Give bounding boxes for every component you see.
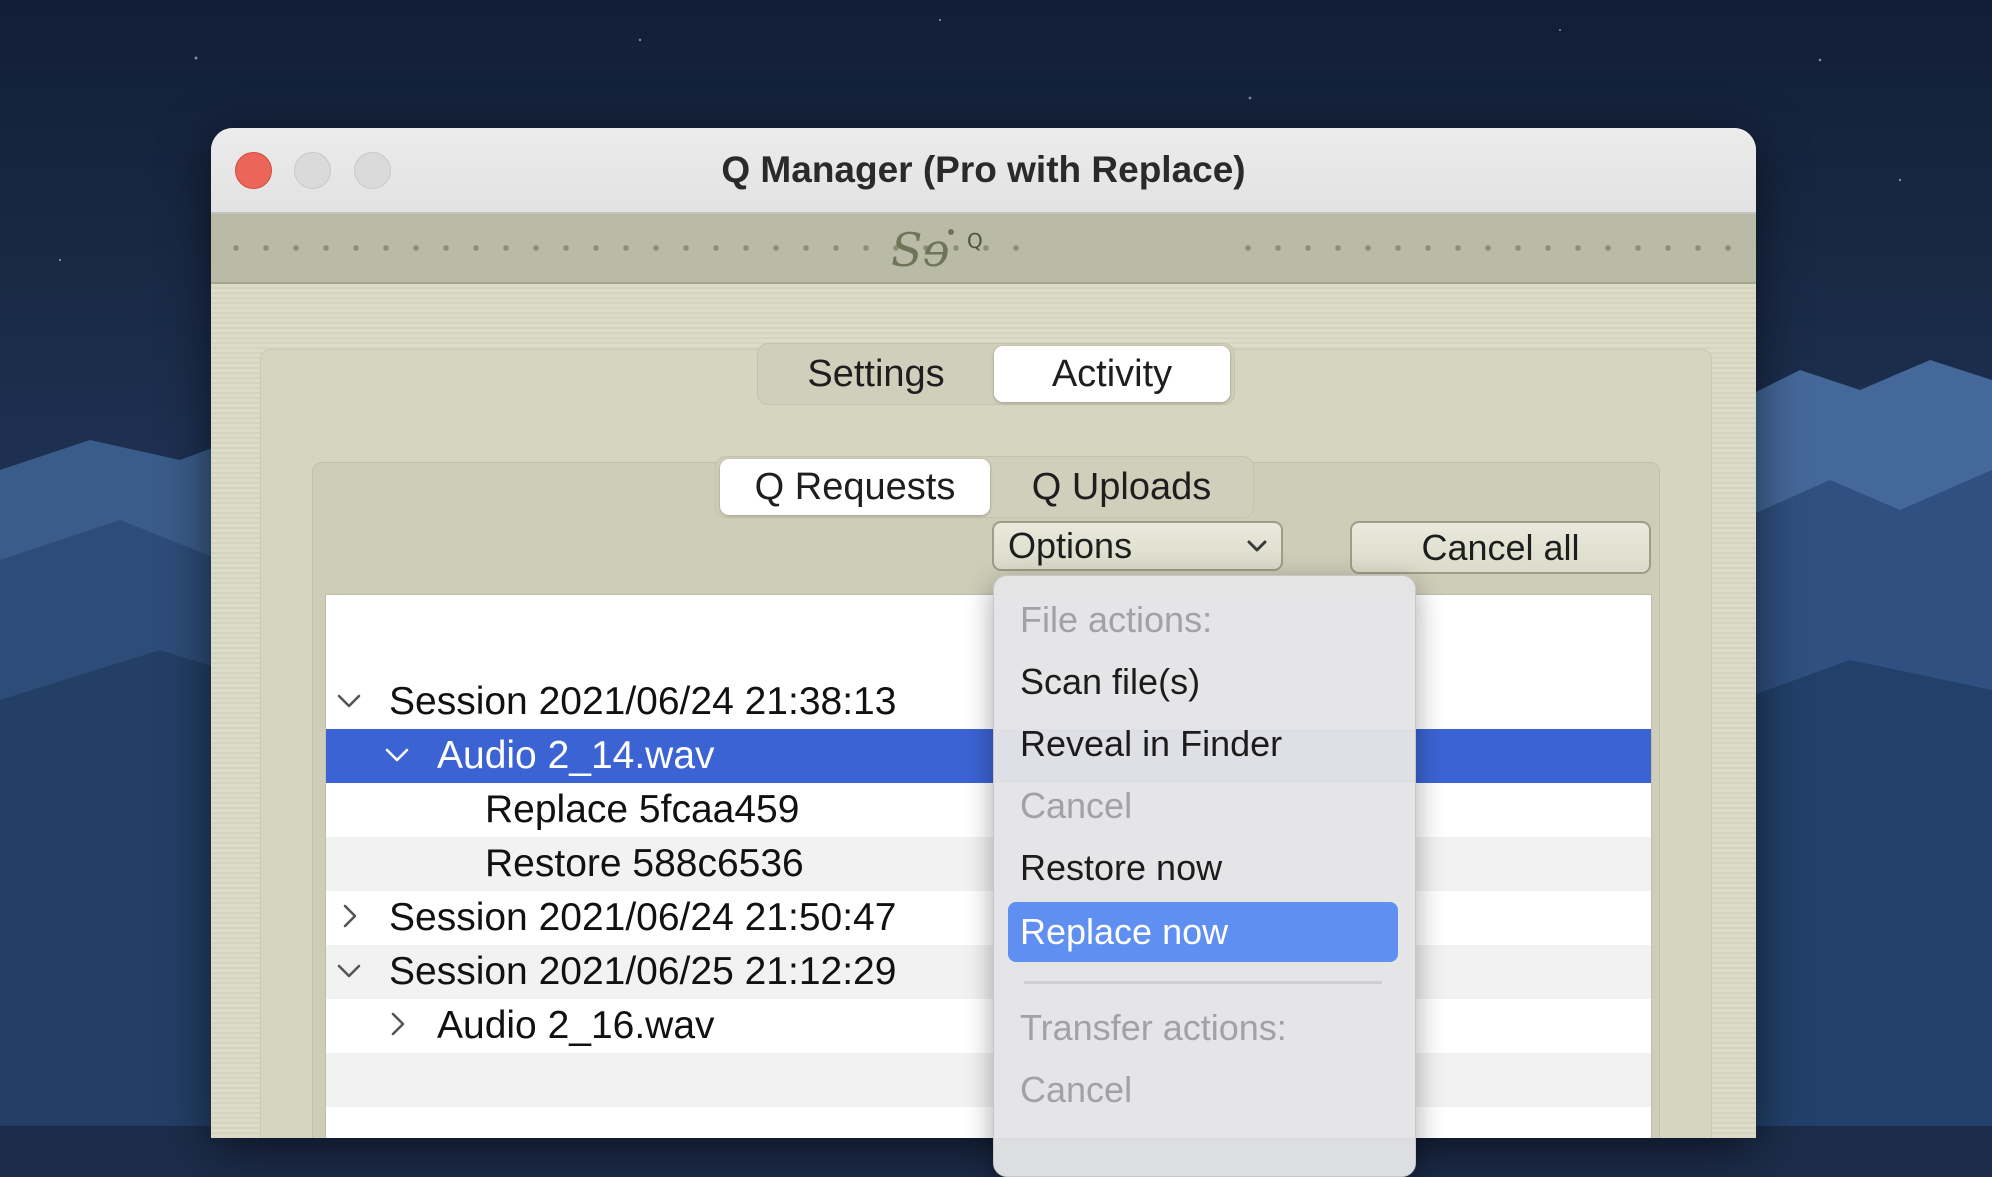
main-content: Settings Activity Q Requests Q Uploads O… bbox=[211, 284, 1756, 1138]
tree-row-label: Replace 5fcaa459 bbox=[485, 788, 800, 831]
tree-row-label: Session 2021/06/24 21:38:13 bbox=[389, 680, 897, 723]
menu-item-scan-files[interactable]: Scan file(s) bbox=[1008, 652, 1398, 712]
menu-item-restore-now[interactable]: Restore now bbox=[1008, 838, 1398, 898]
cancel-all-button[interactable]: Cancel all bbox=[1350, 521, 1651, 574]
tab-settings[interactable]: Settings bbox=[762, 346, 990, 402]
disclosure-expanded-icon[interactable] bbox=[334, 945, 364, 999]
svg-text:Sɘ: Sɘ bbox=[891, 223, 950, 277]
main-tab-control: Settings Activity bbox=[757, 343, 1235, 405]
tree-row-label: Restore 588c6536 bbox=[485, 842, 804, 885]
chevron-down-icon bbox=[1247, 540, 1267, 552]
tree-row-label: Audio 2_16.wav bbox=[437, 1004, 715, 1047]
tree-row-audio-2-14[interactable]: Audio 2_14.wav bbox=[326, 729, 1651, 783]
tree-row-session-3[interactable]: Session 2021/06/25 21:12:29 bbox=[326, 945, 1651, 999]
tree-row-empty bbox=[326, 1053, 1651, 1107]
tab-activity[interactable]: Activity bbox=[994, 346, 1230, 402]
disclosure-expanded-icon[interactable] bbox=[382, 729, 412, 783]
disclosure-collapsed-icon[interactable] bbox=[386, 999, 416, 1053]
tree-row-label: Audio 2_14.wav bbox=[437, 734, 715, 777]
tab-q-uploads[interactable]: Q Uploads bbox=[994, 459, 1249, 515]
tree-row-session-1[interactable]: Session 2021/06/24 21:38:13 bbox=[326, 675, 1651, 729]
decorative-dots-right bbox=[1233, 244, 1748, 252]
menu-item-reveal-in-finder[interactable]: Reveal in Finder bbox=[1008, 714, 1398, 774]
menu-separator bbox=[1024, 981, 1382, 984]
menu-item-transfer-cancel: Cancel bbox=[1020, 1069, 1133, 1110]
tree-row-replace[interactable]: Replace 5fcaa459 bbox=[326, 783, 1651, 837]
menu-item-cancel: Cancel bbox=[1020, 785, 1133, 826]
svg-text:Q: Q bbox=[967, 229, 983, 253]
menu-item-replace-now[interactable]: Replace now bbox=[1008, 902, 1398, 962]
brand-bar: Sɘ Q bbox=[211, 214, 1756, 284]
q-manager-window: Q Manager (Pro with Replace) Sɘ Q Settin… bbox=[211, 128, 1756, 1138]
seq-logo: Sɘ Q bbox=[891, 223, 983, 277]
disclosure-collapsed-icon[interactable] bbox=[338, 891, 368, 945]
window-title: Q Manager (Pro with Replace) bbox=[721, 149, 1246, 190]
options-menu: File actions: Scan file(s) Reveal in Fin… bbox=[993, 575, 1416, 1177]
menu-header-transfer-actions: Transfer actions: bbox=[1020, 1007, 1287, 1048]
tree-row-restore[interactable]: Restore 588c6536 bbox=[326, 837, 1651, 891]
tab-q-requests[interactable]: Q Requests bbox=[720, 459, 990, 515]
tree-row-audio-2-16[interactable]: Audio 2_16.wav bbox=[326, 999, 1651, 1053]
title-bar[interactable]: Q Manager (Pro with Replace) bbox=[211, 128, 1756, 214]
menu-header-file-actions: File actions: bbox=[1020, 599, 1213, 640]
disclosure-expanded-icon[interactable] bbox=[334, 675, 364, 729]
tree-row-label: Session 2021/06/25 21:12:29 bbox=[389, 950, 897, 993]
request-tree-list[interactable]: Session 2021/06/24 21:38:13 Audio 2_14.w… bbox=[325, 594, 1652, 1138]
tree-row-label: Session 2021/06/24 21:50:47 bbox=[389, 896, 897, 939]
options-popup-button[interactable]: Options bbox=[992, 521, 1283, 571]
tree-row-session-2[interactable]: Session 2021/06/24 21:50:47 bbox=[326, 891, 1651, 945]
sub-tab-control: Q Requests Q Uploads bbox=[715, 456, 1254, 518]
options-label: Options bbox=[1008, 525, 1133, 566]
